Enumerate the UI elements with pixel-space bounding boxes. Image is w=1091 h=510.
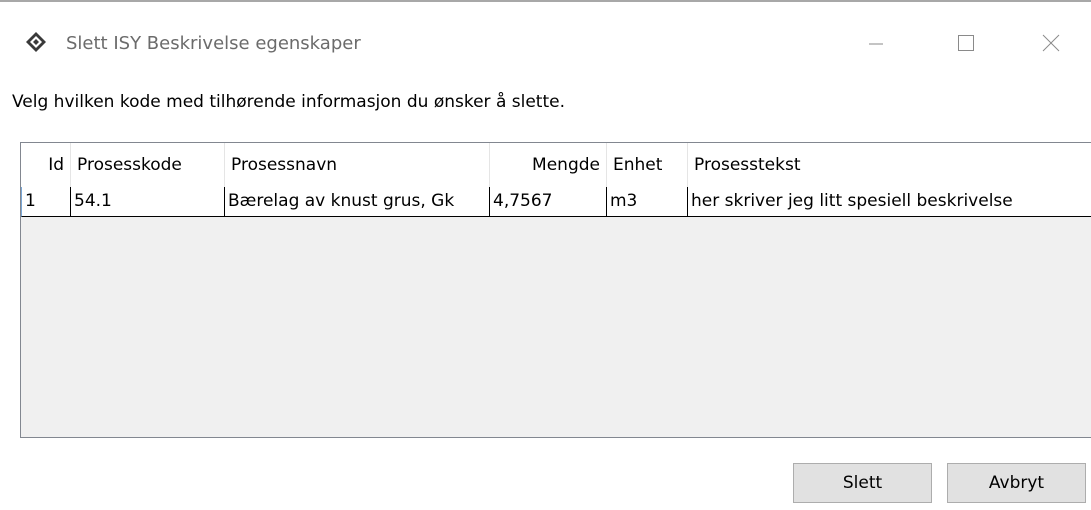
cell-prosesstekst[interactable]: her skriver jeg litt spesiell beskrivels… [688, 187, 1091, 217]
column-header-id[interactable]: Id [21, 143, 71, 187]
dialog-window: Slett ISY Beskrivelse egenskaper Velg hv… [0, 0, 1091, 510]
cancel-button[interactable]: Avbryt [947, 463, 1086, 503]
cell-prosesskode[interactable]: 54.1 [71, 187, 225, 217]
cell-mengde[interactable]: 4,7567 [490, 187, 607, 217]
cell-id[interactable]: 1 [21, 187, 71, 217]
instruction-label: Velg hvilken kode med tilhørende informa… [12, 92, 565, 112]
column-header-prosesskode[interactable]: Prosesskode [71, 143, 225, 187]
cell-prosessnavn[interactable]: Bærelag av knust grus, Gk [225, 187, 490, 217]
column-header-mengde[interactable]: Mengde [490, 143, 607, 187]
maximize-button[interactable] [935, 18, 997, 72]
column-header-enhet[interactable]: Enhet [607, 143, 688, 187]
minimize-button[interactable] [845, 18, 907, 72]
maximize-icon [957, 34, 975, 56]
diamond-app-icon [26, 32, 46, 52]
delete-button[interactable]: Slett [793, 463, 932, 503]
column-header-prosesstekst[interactable]: Prosesstekst [688, 143, 1091, 187]
close-button[interactable] [1020, 18, 1082, 72]
title-bar[interactable]: Slett ISY Beskrivelse egenskaper [0, 2, 1091, 62]
table-row[interactable]: 1 54.1 Bærelag av knust grus, Gk 4,7567 … [21, 187, 1091, 217]
cell-enhet[interactable]: m3 [607, 187, 688, 217]
column-header-prosessnavn[interactable]: Prosessnavn [225, 143, 490, 187]
close-icon [1042, 34, 1060, 56]
table-header: Id Prosesskode Prosessnavn Mengde Enhet … [21, 143, 1091, 187]
process-table[interactable]: Id Prosesskode Prosessnavn Mengde Enhet … [20, 142, 1091, 438]
minimize-icon [868, 35, 884, 55]
window-title: Slett ISY Beskrivelse egenskaper [66, 33, 361, 54]
